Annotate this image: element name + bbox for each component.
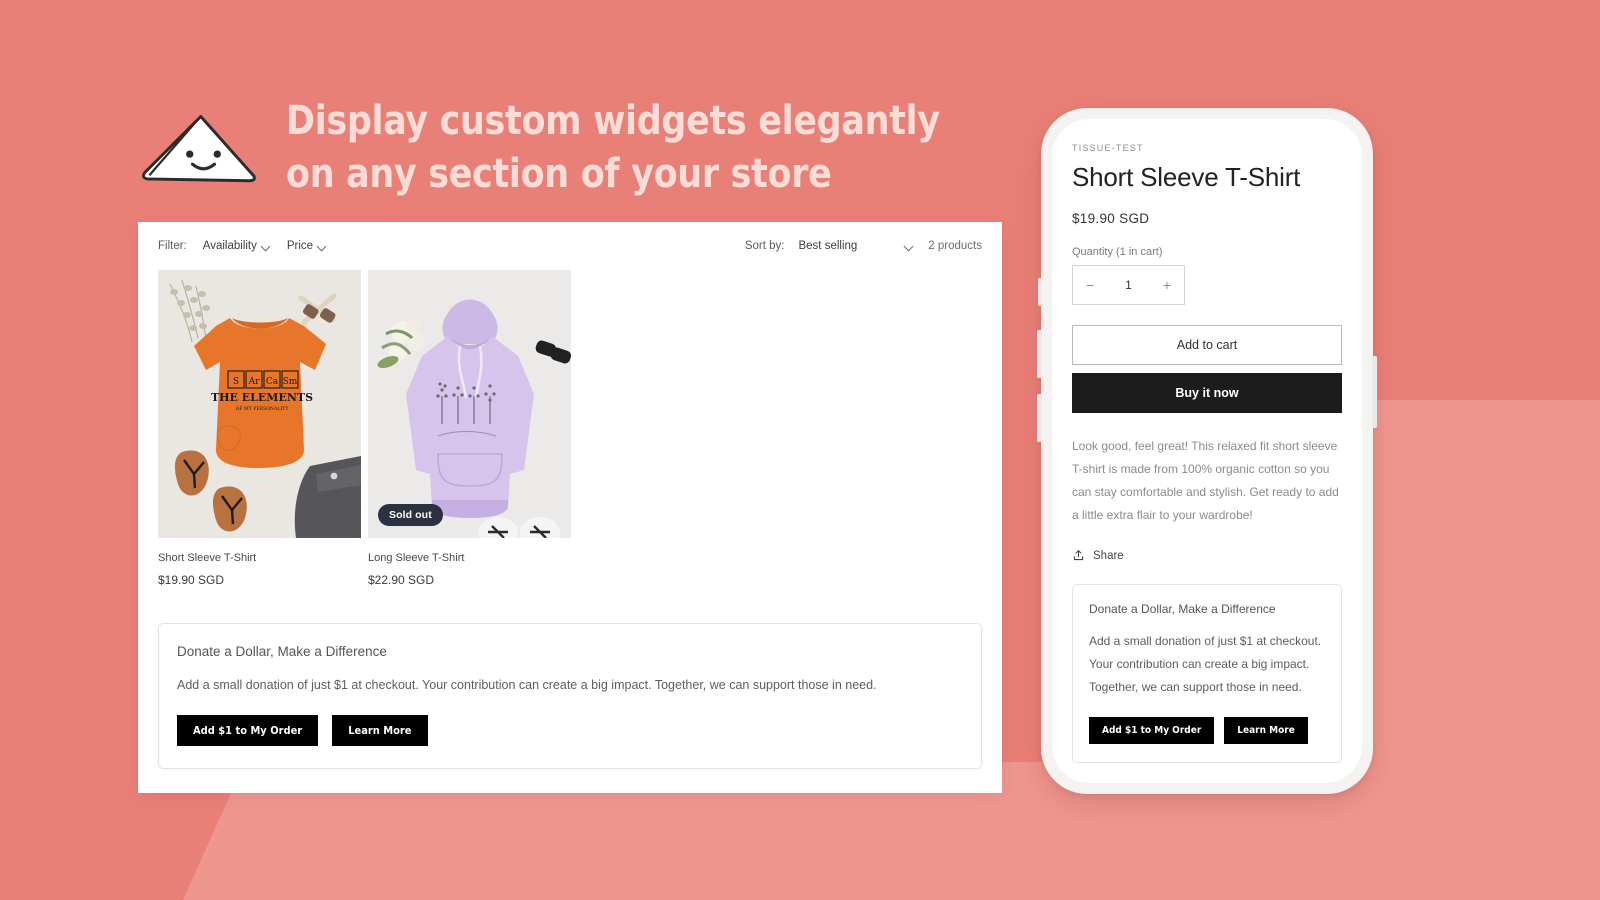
share-button[interactable]: Share bbox=[1072, 549, 1342, 562]
product-image-hoodie[interactable]: Sold out bbox=[368, 270, 571, 538]
donation-widget-actions: Add $1 to My Order Learn More bbox=[1089, 716, 1325, 744]
phone-mockup: TISSUE-TEST Short Sleeve T-Shirt $19.90 … bbox=[1037, 108, 1377, 794]
plus-icon[interactable]: + bbox=[1163, 277, 1171, 293]
learn-more-button[interactable]: Learn More bbox=[1224, 716, 1308, 744]
chevron-down-icon bbox=[262, 242, 271, 251]
add-dollar-button[interactable]: Add $1 to My Order bbox=[177, 714, 319, 746]
product-image-tshirt[interactable]: S Ar Ca Sm THE ELEMENTS OF MY PERSONALITY bbox=[158, 270, 361, 538]
quantity-value: 1 bbox=[1125, 278, 1132, 292]
product-price: $19.90 SGD bbox=[158, 573, 225, 587]
filter-availability-dropdown[interactable]: Availability bbox=[203, 240, 271, 252]
svg-text:OF MY PERSONALITY: OF MY PERSONALITY bbox=[236, 406, 290, 412]
quantity-label: Quantity (1 in cart) bbox=[1072, 246, 1163, 258]
chevron-down-icon bbox=[905, 242, 914, 251]
product-grid: S Ar Ca Sm THE ELEMENTS OF MY PERSONALITY bbox=[138, 252, 1002, 587]
share-upload-icon bbox=[1073, 550, 1084, 561]
phone-power-button[interactable] bbox=[1372, 356, 1377, 428]
chevron-down-icon bbox=[318, 242, 327, 251]
collection-panel: Filter: Availability Price Sort by: Best… bbox=[138, 222, 1002, 793]
product-card[interactable]: S Ar Ca Sm THE ELEMENTS OF MY PERSONALITY bbox=[158, 270, 361, 587]
sort-by-label: Sort by: bbox=[744, 240, 785, 252]
add-to-cart-button[interactable]: Add to cart bbox=[1072, 325, 1342, 365]
page-title: Display custom widgets elegantly on any … bbox=[286, 98, 940, 197]
learn-more-button[interactable]: Learn More bbox=[332, 714, 428, 746]
sort-by-value: Best selling bbox=[798, 240, 858, 252]
product-description: Look good, feel great! This relaxed fit … bbox=[1072, 439, 1339, 523]
filter-label: Filter: bbox=[158, 240, 187, 252]
filter-sort-bar: Filter: Availability Price Sort by: Best… bbox=[138, 222, 1002, 252]
product-vendor: TISSUE-TEST bbox=[1072, 143, 1144, 153]
product-price: $22.90 SGD bbox=[368, 573, 435, 587]
filter-availability-label: Availability bbox=[202, 240, 257, 252]
phone-mute-switch[interactable] bbox=[1038, 278, 1042, 306]
svg-text:Ar: Ar bbox=[248, 377, 260, 387]
donation-widget-desktop: Donate a Dollar, Make a Difference Add a… bbox=[158, 623, 982, 769]
svg-text:Ca: Ca bbox=[266, 377, 279, 387]
promo-banner-stage: Display custom widgets elegantly on any … bbox=[0, 0, 1600, 900]
svg-text:Sm: Sm bbox=[283, 377, 298, 387]
minus-icon[interactable]: − bbox=[1086, 277, 1094, 293]
product-count: 2 products bbox=[928, 240, 982, 252]
add-dollar-button[interactable]: Add $1 to My Order bbox=[1089, 716, 1215, 744]
donation-widget-mobile: Donate a Dollar, Make a Difference Add a… bbox=[1072, 584, 1342, 763]
product-title: Short Sleeve T-Shirt bbox=[1072, 162, 1301, 192]
headline-block: Display custom widgets elegantly on any … bbox=[138, 95, 960, 201]
product-title: Long Sleeve T-Shirt bbox=[368, 552, 465, 564]
sort-by-select[interactable]: Best selling bbox=[798, 240, 914, 252]
donation-widget-body: Add a small donation of just $1 at check… bbox=[1089, 634, 1322, 695]
product-title: Short Sleeve T-Shirt bbox=[158, 552, 257, 564]
product-card[interactable]: Sold out Long Sleeve T-Shirt $22.90 SGD bbox=[368, 270, 571, 587]
svg-text:THE ELEMENTS: THE ELEMENTS bbox=[211, 391, 313, 404]
donation-widget-title: Donate a Dollar, Make a Difference bbox=[1089, 602, 1276, 617]
svg-text:S: S bbox=[233, 377, 239, 387]
phone-screen: TISSUE-TEST Short Sleeve T-Shirt $19.90 … bbox=[1052, 119, 1362, 783]
filter-price-dropdown[interactable]: Price bbox=[287, 240, 327, 252]
share-label: Share bbox=[1093, 549, 1124, 562]
donation-widget-body: Add a small donation of just $1 at check… bbox=[177, 678, 877, 692]
smiling-triangle-logo-icon bbox=[141, 115, 256, 183]
filter-price-label: Price bbox=[286, 240, 314, 252]
donation-widget-title: Donate a Dollar, Make a Difference bbox=[177, 644, 387, 659]
donation-widget-actions: Add $1 to My Order Learn More bbox=[177, 714, 963, 746]
status-badge: Sold out bbox=[378, 504, 443, 526]
phone-volume-up-button[interactable] bbox=[1037, 330, 1042, 378]
product-price: $19.90 SGD bbox=[1072, 211, 1150, 226]
quantity-stepper[interactable]: − 1 + bbox=[1072, 265, 1185, 305]
phone-volume-down-button[interactable] bbox=[1037, 394, 1042, 442]
buy-it-now-button[interactable]: Buy it now bbox=[1072, 373, 1342, 413]
